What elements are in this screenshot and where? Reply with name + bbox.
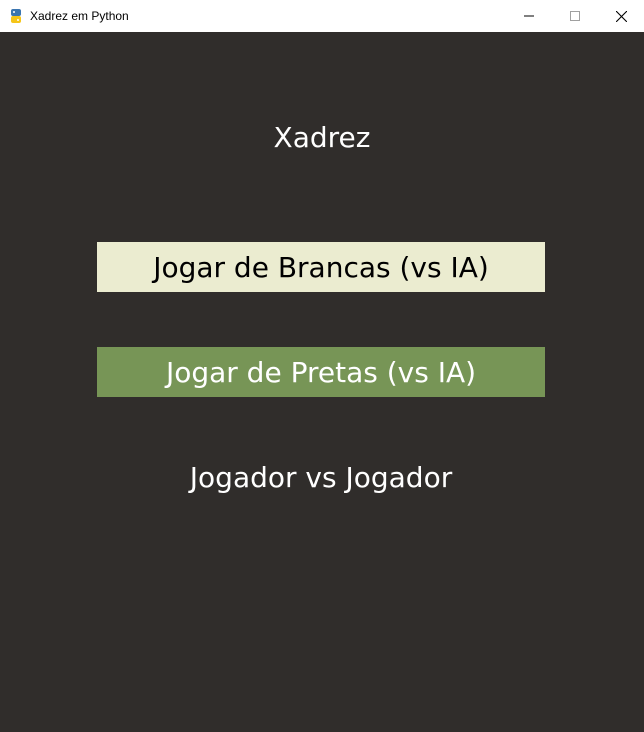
play-black-button[interactable]: Jogar de Pretas (vs IA) xyxy=(97,347,545,397)
close-button[interactable] xyxy=(598,0,644,32)
minimize-button[interactable] xyxy=(506,0,552,32)
window-title: Xadrez em Python xyxy=(30,9,129,23)
maximize-icon xyxy=(570,11,580,21)
title-bar[interactable]: Xadrez em Python xyxy=(0,0,644,32)
minimize-icon xyxy=(524,15,534,17)
game-canvas: Xadrez Jogar de Brancas (vs IA) Jogar de… xyxy=(0,32,644,732)
close-icon xyxy=(615,10,627,22)
app-window: Xadrez em Python Xadrez Jogar de Brancas… xyxy=(0,0,644,732)
play-white-button[interactable]: Jogar de Brancas (vs IA) xyxy=(97,242,545,292)
python-icon xyxy=(8,8,24,24)
game-title: Xadrez xyxy=(273,121,371,154)
maximize-button[interactable] xyxy=(552,0,598,32)
player-vs-player-button[interactable]: Jogador vs Jogador xyxy=(97,452,545,502)
